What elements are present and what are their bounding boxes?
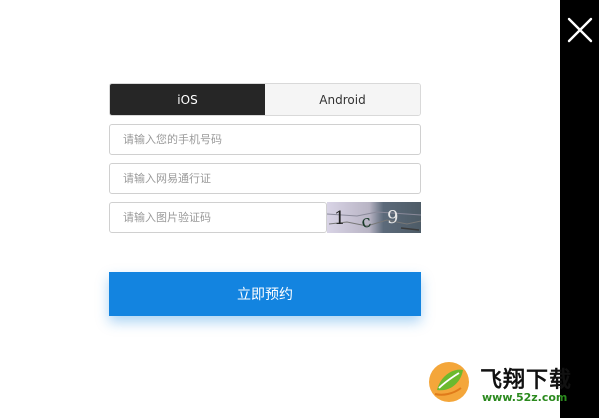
svg-text:9: 9 (387, 207, 398, 228)
watermark-url: www.52z.com (482, 391, 568, 404)
svg-text:1: 1 (334, 208, 345, 229)
platform-tabs: iOS Android (109, 83, 421, 116)
tab-ios[interactable]: iOS (110, 84, 265, 115)
captcha-input[interactable] (110, 211, 326, 224)
passport-field (109, 163, 421, 194)
captcha-image[interactable]: 1 c 9 (327, 202, 421, 233)
site-watermark: 飞翔下载 www.52z.com (425, 358, 599, 418)
reserve-button[interactable]: 立即预约 (109, 272, 421, 316)
phone-field (109, 124, 421, 155)
leaf-logo-icon (427, 360, 471, 404)
close-icon[interactable] (565, 15, 595, 45)
phone-input[interactable] (110, 133, 420, 146)
tab-android[interactable]: Android (265, 84, 420, 115)
reservation-dialog: iOS Android 1 c 9 (0, 0, 560, 418)
right-overlay-strip (560, 0, 599, 418)
captcha-field (109, 202, 327, 233)
passport-input[interactable] (110, 172, 420, 185)
watermark-title: 飞翔下载 (480, 368, 573, 393)
